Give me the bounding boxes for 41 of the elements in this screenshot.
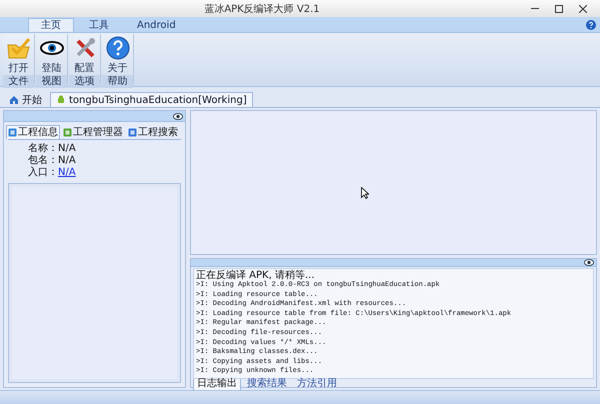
ribbon-button[interactable]: 关于 — [102, 34, 133, 75]
search-icon — [128, 128, 137, 137]
ribbon-tab[interactable]: 主页 — [28, 18, 74, 32]
close-icon — [579, 4, 587, 12]
folder-check-icon — [6, 36, 32, 60]
field-value: N/A — [58, 143, 76, 155]
log-line: 正在反编译 APK, 请稍等... — [196, 270, 316, 281]
window-title: 蓝冰APK反编译大师 V2.1 — [203, 2, 321, 16]
panel-tab[interactable]: 工程管理器 — [61, 125, 125, 139]
home-icon — [9, 95, 19, 105]
group-label: 文件 — [3, 75, 34, 88]
log-tab[interactable]: 搜索结果 — [243, 378, 291, 391]
group-label: 视图 — [36, 75, 67, 88]
ribbon-tab[interactable]: 工具 — [76, 18, 122, 32]
android-icon — [56, 95, 66, 105]
ribbon-button[interactable]: 打开 — [3, 34, 34, 75]
field-label: 包名： — [27, 155, 58, 166]
ribbon-button[interactable]: 配置 — [69, 34, 100, 75]
eye-icon[interactable] — [173, 112, 183, 120]
eye-icon[interactable] — [584, 259, 594, 266]
panel-tab[interactable]: 工程信息 — [6, 125, 60, 139]
group-label: 选项 — [69, 75, 100, 88]
log-tab[interactable]: 日志输出 — [193, 378, 241, 391]
field-value: N/A — [58, 155, 76, 167]
field-label: 名称： — [27, 143, 58, 155]
ribbon-button[interactable]: 登陆 — [36, 34, 67, 75]
minimize-icon — [531, 8, 539, 9]
panel-tab[interactable]: 工程搜索 — [126, 125, 180, 139]
document-tab[interactable]: tongbuTsinghuaEducation[Working] — [50, 92, 253, 107]
ribbon-tab[interactable]: Android — [124, 18, 189, 32]
info-icon — [8, 128, 17, 137]
field-label: 入口： — [27, 167, 58, 179]
document-tab[interactable]: 开始 — [3, 92, 48, 107]
mouse-cursor-icon — [361, 187, 369, 199]
entry-link[interactable]: N/A — [58, 167, 76, 179]
help-icon[interactable] — [586, 20, 596, 30]
log-tab[interactable]: 方法引用 — [293, 378, 341, 391]
help-icon — [104, 36, 130, 60]
maximize-icon — [555, 4, 563, 12]
group-label: 帮助 — [102, 75, 133, 88]
folder-icon — [63, 128, 72, 137]
